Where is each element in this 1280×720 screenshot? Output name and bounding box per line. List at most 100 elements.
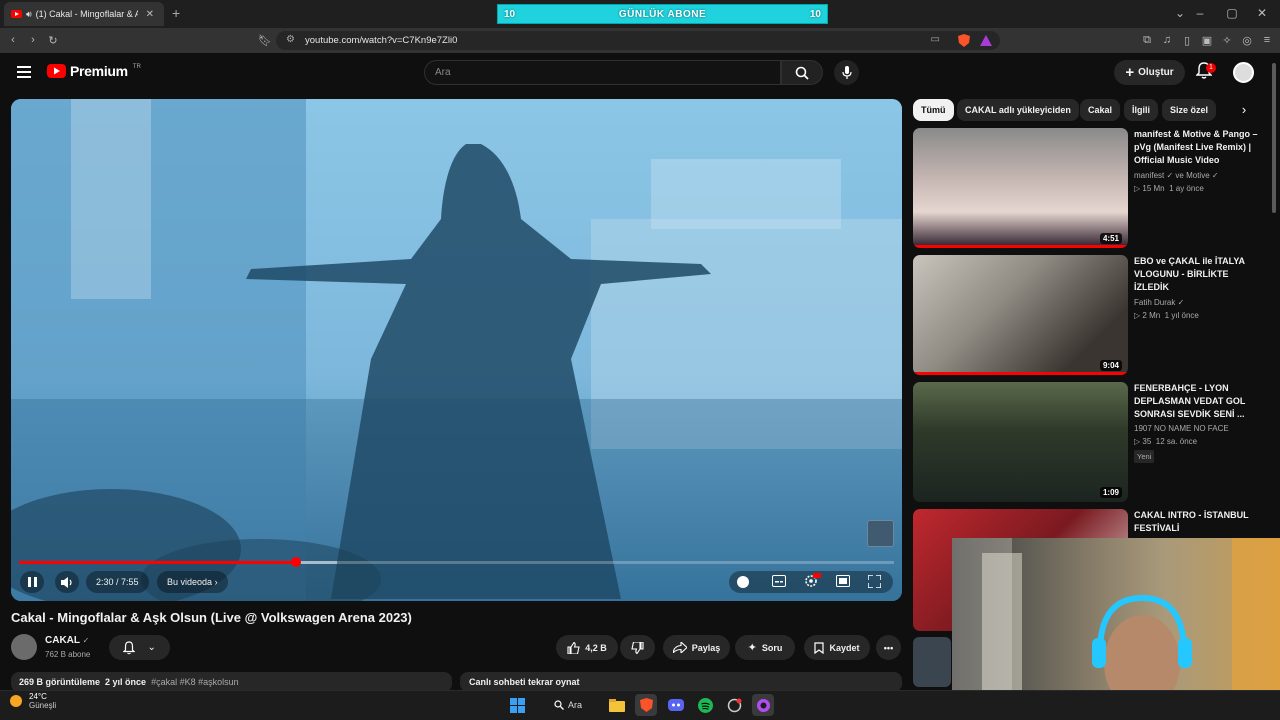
fullscreen-icon[interactable]	[868, 575, 881, 588]
search-input[interactable]: Ara	[424, 60, 781, 85]
video-thumbnail[interactable]: 9:04	[913, 255, 1128, 375]
chip-from-uploader[interactable]: CAKAL adlı yükleyiciden	[957, 99, 1079, 121]
video-player[interactable]	[11, 99, 902, 601]
video-thumbnail[interactable]	[913, 637, 951, 687]
voice-search-button[interactable]	[834, 60, 859, 85]
speaker-icon[interactable]: 🔊︎	[26, 9, 32, 20]
browser-tab[interactable]: 🔊︎ (1) Cakal - Mingoflalar & Aşk ✕	[4, 2, 164, 26]
youtube-favicon-icon	[11, 10, 22, 18]
volume-button[interactable]	[55, 571, 79, 593]
file-explorer-icon[interactable]	[606, 694, 628, 716]
brave-rewards-icon[interactable]	[977, 31, 995, 49]
pause-button[interactable]	[20, 571, 44, 593]
new-tab-icon[interactable]: +	[172, 6, 180, 20]
view-count: 35	[1142, 437, 1152, 446]
save-label: Kaydet	[829, 642, 860, 653]
brave-shield-icon[interactable]	[955, 31, 973, 49]
discord-icon[interactable]	[665, 694, 687, 716]
vpn-icon[interactable]: ◎	[1238, 31, 1256, 49]
close-window-icon[interactable]: ✕	[1252, 4, 1272, 24]
channel-name-text: manifest	[1134, 171, 1165, 180]
cast-icon[interactable]: ▭	[931, 34, 940, 45]
scrollbar[interactable]	[1272, 63, 1276, 213]
chip-cakal[interactable]: Cakal	[1080, 99, 1121, 121]
channel-name[interactable]: manifest ✓ ve Motive ✓	[1134, 171, 1219, 180]
progress-scrubber[interactable]	[290, 557, 301, 567]
back-icon[interactable]: ‹	[4, 31, 22, 49]
create-button[interactable]: + Oluştur	[1114, 60, 1185, 85]
search-button[interactable]	[781, 60, 823, 85]
windows-start-icon[interactable]	[506, 694, 528, 716]
subscription-bell-button[interactable]: ⌄	[109, 635, 170, 660]
leo-ai-icon[interactable]: ✧	[1218, 31, 1236, 49]
media-icon[interactable]: ♫	[1158, 31, 1176, 49]
chip-related[interactable]: İlgili	[1124, 99, 1158, 121]
reload-icon[interactable]: ↻	[44, 31, 62, 49]
youtube-logo[interactable]: Premium TR	[47, 63, 141, 79]
description-box[interactable]: 269 B görüntüleme 2 yıl önce #çakal #K8 …	[11, 672, 452, 692]
autoplay-toggle[interactable]	[737, 576, 749, 588]
app-icon[interactable]	[723, 694, 745, 716]
video-title[interactable]: manifest & Motive & Pango – pVg (Manifes…	[1134, 128, 1262, 167]
subtitles-icon[interactable]	[772, 575, 786, 587]
like-button[interactable]: 4,2 B	[556, 635, 618, 660]
video-thumbnail[interactable]: 4:51	[913, 128, 1128, 248]
chapters-button[interactable]: Bu videoda ›	[157, 571, 228, 593]
channel-name[interactable]: CAKAL ✓	[45, 635, 89, 646]
ask-button[interactable]: ✦ Soru	[735, 635, 795, 660]
sidebar-icon[interactable]: ▯	[1178, 31, 1196, 49]
sparkle-icon: ✦	[747, 642, 757, 654]
brave-browser-icon[interactable]	[635, 694, 657, 716]
video-title[interactable]: FENERBAHÇE - LYON DEPLASMAN VEDAT GOL SO…	[1134, 382, 1262, 421]
video-thumbnail[interactable]: 1:09	[913, 382, 1128, 502]
weather-temp: 24°C	[29, 692, 47, 701]
views-play-icon: ▷	[1134, 311, 1141, 320]
create-label: Oluştur	[1138, 67, 1174, 78]
spotify-icon[interactable]	[694, 694, 716, 716]
progress-bar[interactable]	[19, 557, 894, 567]
video-title[interactable]: CAKAL INTRO - İSTANBUL FESTİVALİ	[1134, 509, 1262, 535]
weather-widget[interactable]: 24°C Güneşli	[8, 692, 56, 710]
chip-for-you[interactable]: Size özel	[1162, 99, 1217, 121]
minimize-icon[interactable]: –	[1190, 4, 1210, 24]
chevron-right-icon[interactable]: ›	[1235, 100, 1253, 120]
channel-name-text: Fatih Durak	[1134, 298, 1176, 307]
video-meta: ▷ 2 Mn 1 yıl önce	[1134, 311, 1199, 320]
dislike-button[interactable]	[620, 635, 655, 660]
tab-search-icon[interactable]: ⌄	[1170, 4, 1190, 24]
tab-close-icon[interactable]: ✕	[146, 9, 154, 20]
channel-name[interactable]: 1907 NO NAME NO FACE	[1134, 424, 1229, 433]
forward-icon[interactable]: ›	[24, 31, 42, 49]
save-button[interactable]: Kaydet	[804, 635, 870, 660]
share-button[interactable]: Paylaş	[663, 635, 730, 660]
live-chat-replay-button[interactable]: Canlı sohbeti tekrar oynat	[460, 672, 902, 692]
extensions-icon[interactable]: ⧉	[1138, 31, 1156, 49]
upload-age: 12 sa. önce	[1155, 437, 1198, 446]
site-info-icon[interactable]: ⚙︎	[286, 34, 295, 45]
thumbs-down-icon	[631, 641, 644, 654]
bookmark-icon[interactable]: 🔖︎	[256, 31, 274, 49]
hashtags[interactable]: #çakal #K8 #aşkolsun	[151, 677, 239, 687]
address-bar[interactable]: ⚙︎ youtube.com/watch?v=C7Kn9e7Zli0 ▭	[276, 31, 1000, 50]
more-actions-button[interactable]: •••	[876, 635, 901, 660]
taskbar-search-label: Ara	[568, 700, 583, 710]
taskbar-search[interactable]: Ara	[546, 694, 596, 716]
chip-all[interactable]: Tümü	[913, 99, 954, 121]
view-count: 15 Mn	[1142, 184, 1165, 193]
video-title[interactable]: EBO ve ÇAKAL ile İTALYA VLOGUNU - BİRLİK…	[1134, 255, 1262, 294]
channel-avatar[interactable]	[11, 634, 37, 660]
stream-sub-goal-overlay: 10 GÜNLÜK ABONE 10	[497, 4, 828, 24]
menu-icon[interactable]: ≡	[1258, 31, 1276, 49]
hamburger-menu-icon[interactable]	[17, 66, 31, 78]
wallet-icon[interactable]: ▣	[1198, 31, 1216, 49]
theater-mode-icon[interactable]	[836, 575, 850, 587]
maximize-icon[interactable]: ▢	[1222, 4, 1242, 24]
channel-name[interactable]: Fatih Durak ✓	[1134, 298, 1184, 307]
weather-condition: Güneşli	[29, 701, 57, 710]
notification-count-badge: 1	[1206, 63, 1216, 73]
video-meta: ▷ 15 Mn 1 ay önce	[1134, 184, 1204, 193]
thumbnail-preview	[867, 520, 894, 547]
obs-icon[interactable]	[752, 694, 774, 716]
overlay-label: GÜNLÜK ABONE	[618, 8, 707, 20]
account-avatar[interactable]	[1233, 62, 1254, 83]
